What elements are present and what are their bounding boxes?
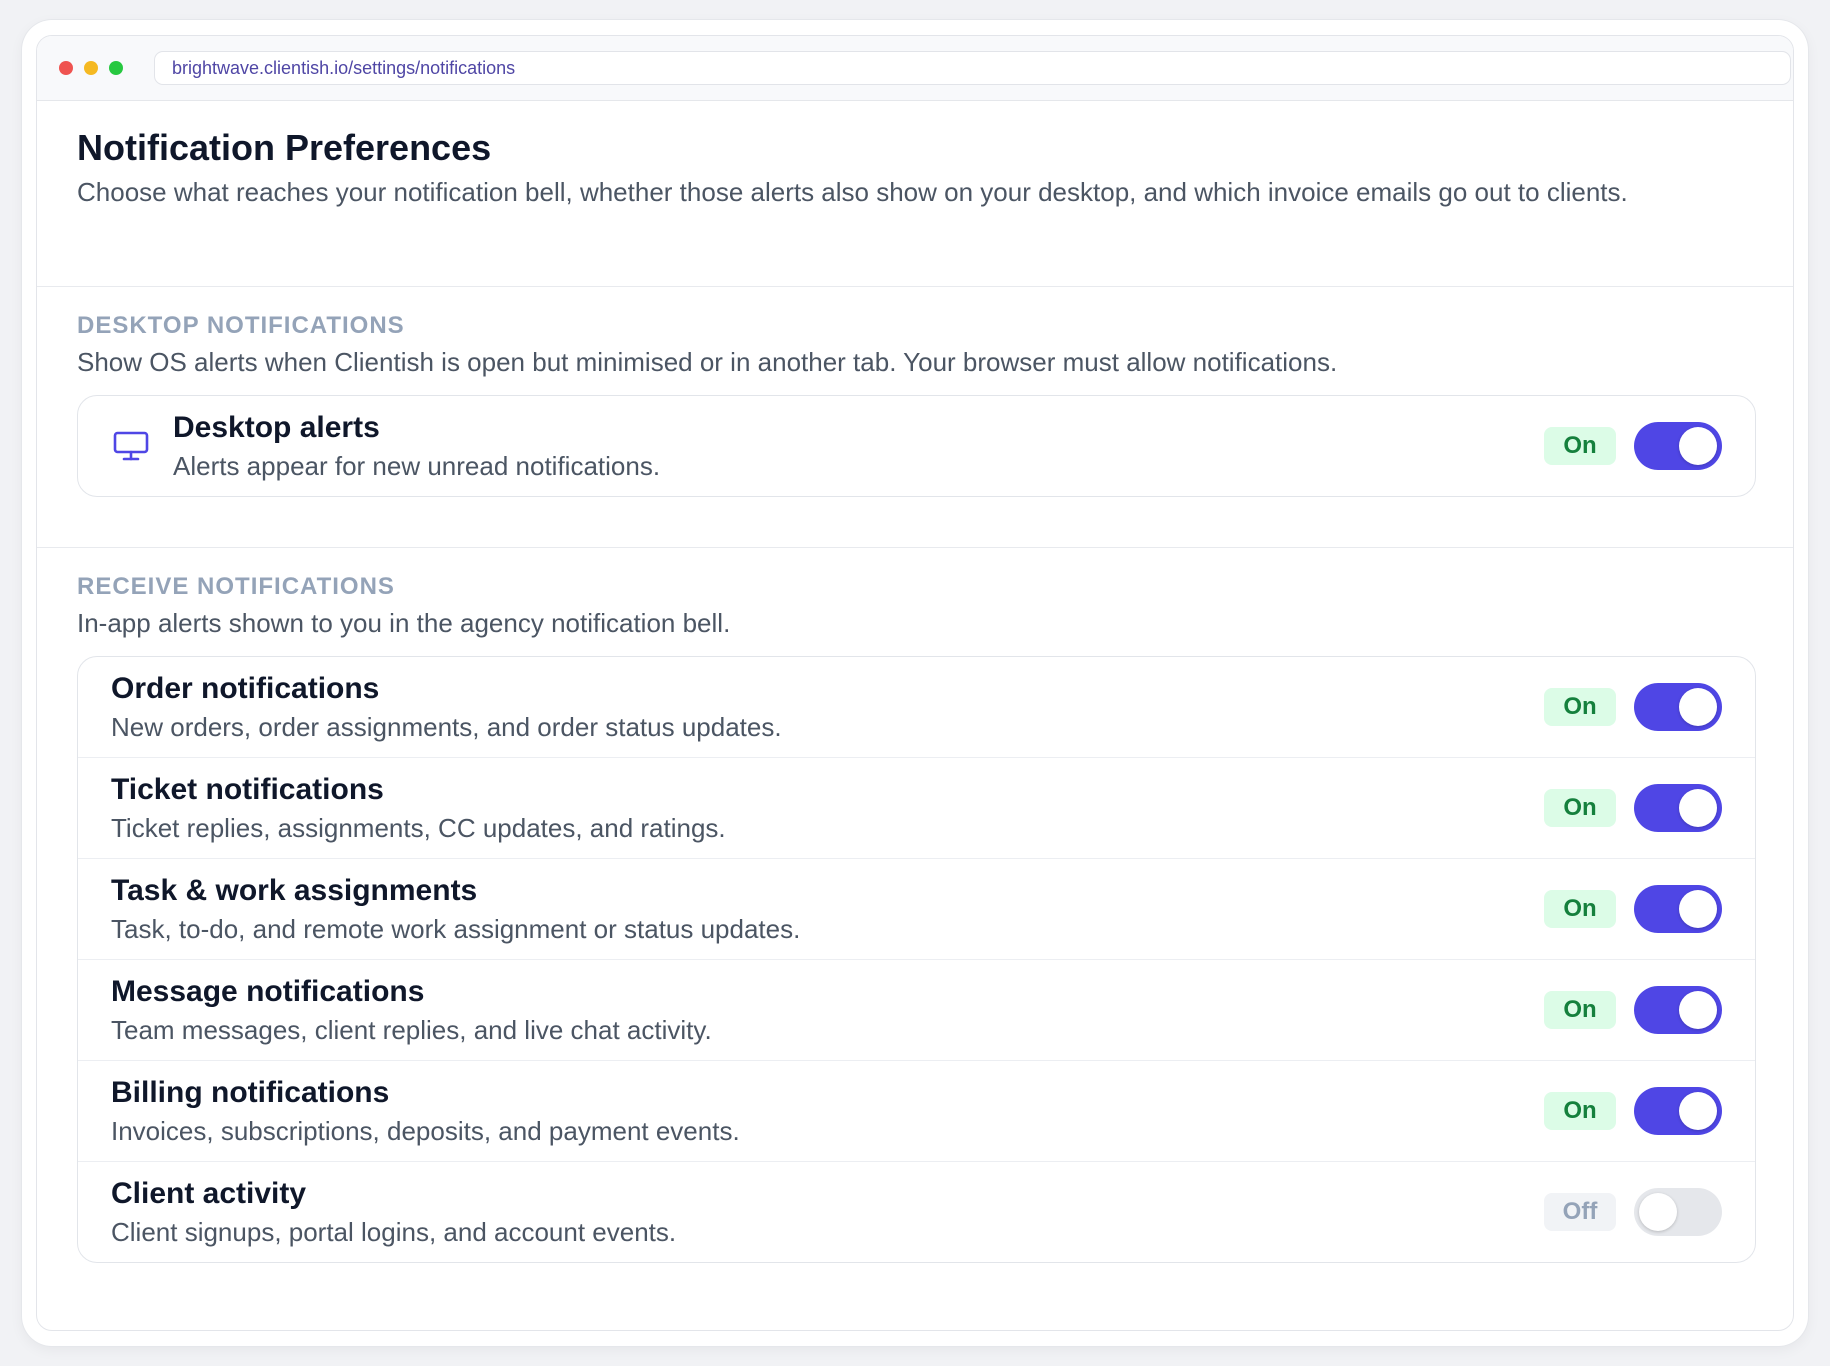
task-work-notifications-toggle[interactable] — [1634, 885, 1722, 933]
status-badge: On — [1544, 427, 1616, 465]
client-activity-notifications-toggle[interactable] — [1634, 1188, 1722, 1236]
maximize-window-dot[interactable] — [109, 61, 123, 75]
monitor-icon — [111, 426, 151, 466]
minimize-window-dot[interactable] — [84, 61, 98, 75]
status-badge: On — [1544, 890, 1616, 928]
row-description: Task, to-do, and remote work assignment … — [111, 914, 801, 944]
status-badge: On — [1544, 688, 1616, 726]
browser-window: brightwave.clientish.io/settings/notific… — [36, 35, 1794, 1331]
settings-row-desktop-alerts: Desktop alerts Alerts appear for new unr… — [78, 396, 1755, 496]
settings-row-client-activity: Client activity Client signups, portal lo… — [78, 1162, 1755, 1262]
billing-notifications-toggle[interactable] — [1634, 1087, 1722, 1135]
row-description: Client signups, portal logins, and accou… — [111, 1217, 677, 1247]
page-subtitle: Choose what reaches your notification be… — [77, 177, 1628, 207]
row-title: Task & work assignments — [111, 874, 478, 907]
section-heading: DESKTOP NOTIFICATIONS — [77, 312, 405, 339]
row-description: Alerts appear for new unread notificatio… — [173, 451, 661, 481]
settings-row-billing: Billing notifications Invoices, subscript… — [78, 1061, 1755, 1162]
status-badge: On — [1544, 1092, 1616, 1130]
toggle-knob — [1679, 688, 1717, 726]
desktop-panel: Desktop alerts Alerts appear for new unr… — [77, 395, 1756, 497]
row-description: Team messages, client replies, and live … — [111, 1015, 712, 1045]
status-badge: On — [1544, 789, 1616, 827]
row-description: Invoices, subscriptions, deposits, and p… — [111, 1116, 740, 1146]
page-title: Notification Preferences — [77, 127, 492, 168]
row-title: Ticket notifications — [111, 773, 384, 806]
toggle-knob — [1679, 991, 1717, 1029]
row-title: Client activity — [111, 1177, 307, 1210]
toggle-knob — [1679, 890, 1717, 928]
settings-row-ticket: Ticket notifications Ticket replies, assi… — [78, 758, 1755, 859]
close-window-dot[interactable] — [59, 61, 73, 75]
row-title: Order notifications — [111, 672, 380, 705]
receive-notifications-section: RECEIVE NOTIFICATIONS In-app alerts show… — [37, 548, 1793, 1263]
row-description: New orders, order assignments, and order… — [111, 712, 782, 742]
status-badge: On — [1544, 991, 1616, 1029]
desktop-notifications-section: DESKTOP NOTIFICATIONS Show OS alerts whe… — [37, 287, 1793, 548]
address-bar[interactable]: brightwave.clientish.io/settings/notific… — [154, 51, 1791, 85]
settings-row-order: Order notifications New orders, order ass… — [78, 657, 1755, 758]
settings-row-task-work: Task & work assignments Task, to-do, and … — [78, 859, 1755, 960]
status-badge: Off — [1544, 1193, 1616, 1231]
toggle-knob — [1679, 789, 1717, 827]
browser-chrome: brightwave.clientish.io/settings/notific… — [37, 36, 1793, 101]
address-bar-url: brightwave.clientish.io/settings/notific… — [172, 57, 516, 78]
section-heading: RECEIVE NOTIFICATIONS — [77, 573, 395, 600]
desktop-alerts-toggle[interactable] — [1634, 422, 1722, 470]
section-description: In-app alerts shown to you in the agency… — [77, 608, 731, 638]
page-header: Notification Preferences Choose what rea… — [37, 101, 1793, 287]
receive-panel: Order notifications New orders, order ass… — [77, 656, 1756, 1263]
ticket-notifications-toggle[interactable] — [1634, 784, 1722, 832]
row-title: Desktop alerts — [173, 411, 380, 444]
message-notifications-toggle[interactable] — [1634, 986, 1722, 1034]
toggle-knob — [1679, 1092, 1717, 1130]
toggle-knob — [1639, 1193, 1677, 1231]
order-notifications-toggle[interactable] — [1634, 683, 1722, 731]
row-title: Message notifications — [111, 975, 425, 1008]
row-title: Billing notifications — [111, 1076, 390, 1109]
settings-row-message: Message notifications Team messages, clie… — [78, 960, 1755, 1061]
section-description: Show OS alerts when Clientish is open bu… — [77, 347, 1338, 377]
row-description: Ticket replies, assignments, CC updates,… — [111, 813, 726, 843]
toggle-knob — [1679, 427, 1717, 465]
